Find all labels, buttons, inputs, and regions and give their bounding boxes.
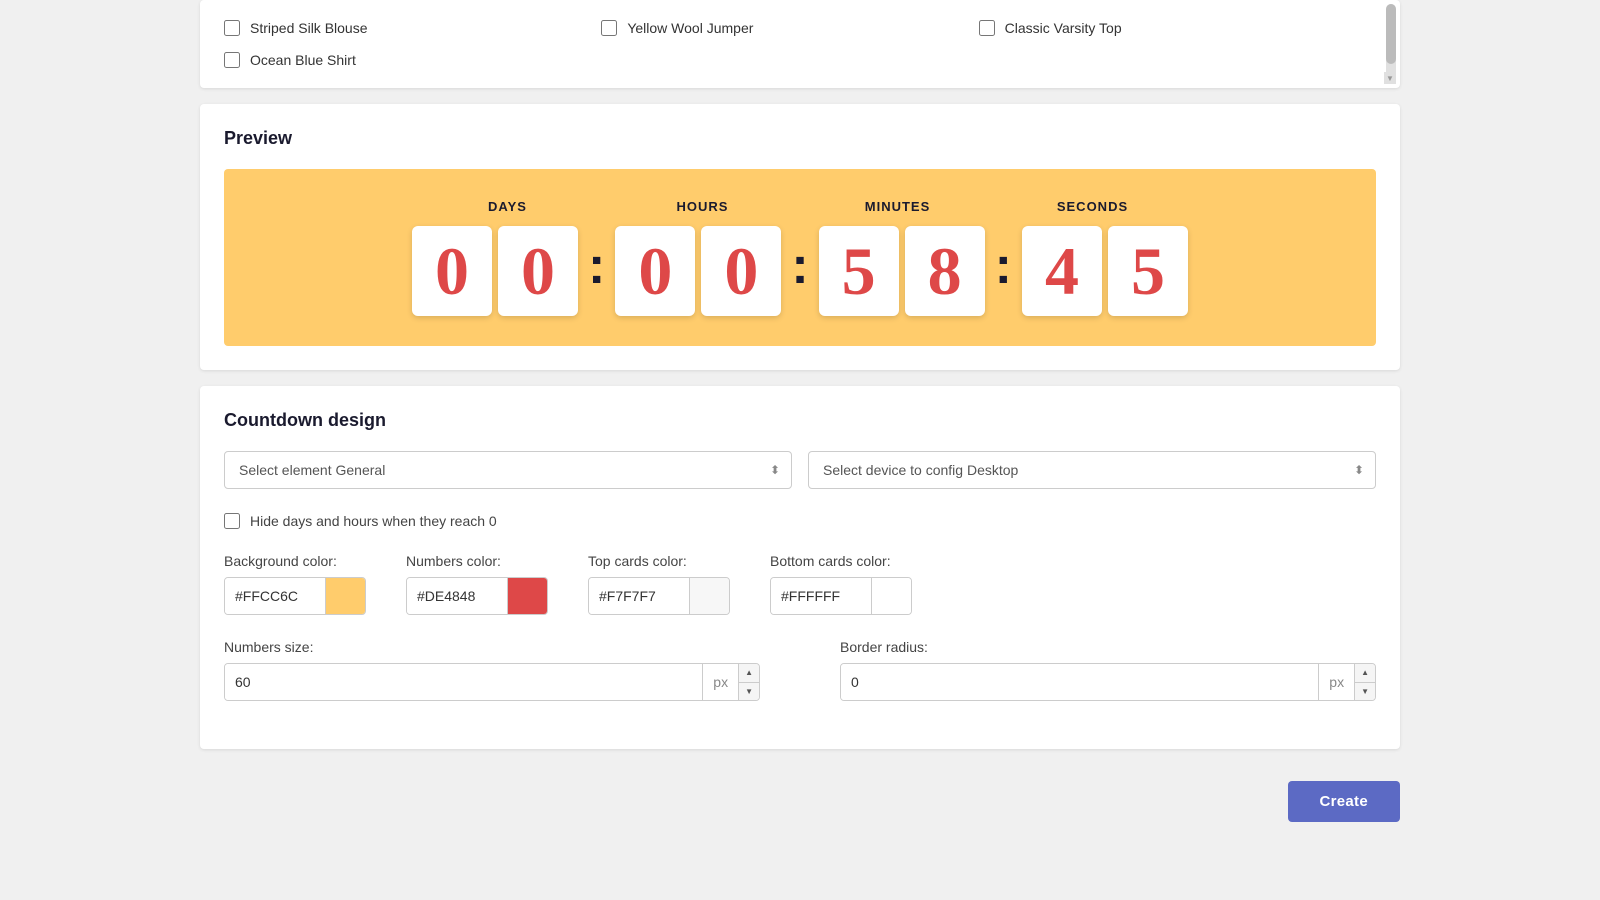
days-group: 0 0	[412, 226, 578, 316]
days-digit-1: 0	[412, 226, 492, 316]
preview-card: Preview DAYS HOURS MINUTES SECONDS 0 0	[200, 104, 1400, 370]
border-radius-input[interactable]	[841, 663, 1318, 701]
numbers-color-label: Numbers color:	[406, 553, 548, 569]
minutes-digit-1: 5	[819, 226, 899, 316]
product-label-yellow-wool-jumper[interactable]: Yellow Wool Jumper	[627, 20, 753, 36]
scrollbar-arrow-down[interactable]: ▼	[1384, 72, 1396, 84]
background-color-input-row	[224, 577, 366, 615]
design-title: Countdown design	[224, 410, 1376, 431]
seconds-value-1: 4	[1045, 237, 1079, 305]
element-select[interactable]: Select element GeneralDaysHoursMinutesSe…	[224, 451, 792, 489]
hours-digit-1: 0	[615, 226, 695, 316]
minutes-value-1: 5	[842, 237, 876, 305]
numbers-size-input-row: px ▲ ▼	[224, 663, 760, 701]
hide-checkbox-row: Hide days and hours when they reach 0	[224, 513, 1376, 529]
days-value-1: 0	[435, 237, 469, 305]
product-label-striped-silk-blouse[interactable]: Striped Silk Blouse	[250, 20, 368, 36]
product-list-wrapper: Striped Silk Blouse Yellow Wool Jumper C…	[224, 16, 1376, 72]
days-digit-2: 0	[498, 226, 578, 316]
numbers-color-group: Numbers color:	[406, 553, 548, 615]
device-select-wrapper: Select device to config DesktopMobileTab…	[808, 451, 1376, 489]
numbers-size-decrement[interactable]: ▼	[739, 683, 759, 702]
design-controls: Select element GeneralDaysHoursMinutesSe…	[224, 451, 1376, 489]
border-radius-unit: px	[1318, 663, 1354, 701]
device-select[interactable]: Select device to config DesktopMobileTab…	[808, 451, 1376, 489]
product-list-card: Striped Silk Blouse Yellow Wool Jumper C…	[200, 0, 1400, 88]
seconds-digit-1: 4	[1022, 226, 1102, 316]
numbers-color-input-row	[406, 577, 548, 615]
numbers-color-swatch[interactable]	[507, 577, 547, 615]
numbers-color-hex-input[interactable]	[407, 577, 507, 615]
product-item-classic-varsity-top: Classic Varsity Top	[979, 16, 1356, 40]
colon-2: :	[787, 236, 812, 296]
countdown-labels: DAYS HOURS MINUTES SECONDS	[410, 199, 1190, 214]
countdown-preview: DAYS HOURS MINUTES SECONDS 0 0 :	[224, 169, 1376, 346]
product-label-classic-varsity-top[interactable]: Classic Varsity Top	[1005, 20, 1122, 36]
scrollbar-thumb[interactable]	[1386, 4, 1396, 64]
hours-value-2: 0	[724, 237, 758, 305]
border-radius-stepper: ▲ ▼	[1354, 663, 1375, 701]
label-seconds: SECONDS	[1003, 199, 1183, 214]
label-hours: HOURS	[613, 199, 793, 214]
background-color-swatch[interactable]	[325, 577, 365, 615]
colon-1: :	[584, 236, 609, 296]
numbers-size-group: Numbers size: px ▲ ▼	[224, 639, 760, 701]
border-radius-decrement[interactable]: ▼	[1355, 683, 1375, 702]
top-cards-color-swatch[interactable]	[689, 577, 729, 615]
create-button[interactable]: Create	[1288, 781, 1401, 822]
numbers-size-stepper: ▲ ▼	[738, 663, 759, 701]
minutes-group: 5 8	[819, 226, 985, 316]
numbers-size-label: Numbers size:	[224, 639, 760, 655]
bottom-cards-color-group: Bottom cards color:	[770, 553, 912, 615]
colon-3: :	[991, 236, 1016, 296]
seconds-value-2: 5	[1131, 237, 1165, 305]
numbers-size-unit: px	[702, 663, 738, 701]
product-item-ocean-blue-shirt: Ocean Blue Shirt	[224, 48, 601, 72]
background-color-hex-input[interactable]	[225, 577, 325, 615]
background-color-label: Background color:	[224, 553, 366, 569]
label-days: DAYS	[418, 199, 598, 214]
color-section: Background color: Numbers color: Top car…	[224, 553, 1376, 615]
background-color-group: Background color:	[224, 553, 366, 615]
minutes-digit-2: 8	[905, 226, 985, 316]
hours-value-1: 0	[638, 237, 672, 305]
product-checkbox-classic-varsity-top[interactable]	[979, 20, 995, 36]
border-radius-label: Border radius:	[840, 639, 1376, 655]
top-cards-color-hex-input[interactable]	[589, 577, 689, 615]
top-cards-color-group: Top cards color:	[588, 553, 730, 615]
product-grid: Striped Silk Blouse Yellow Wool Jumper C…	[224, 16, 1356, 72]
element-select-wrapper: Select element GeneralDaysHoursMinutesSe…	[224, 451, 792, 489]
product-checkbox-ocean-blue-shirt[interactable]	[224, 52, 240, 68]
bottom-cards-color-swatch[interactable]	[871, 577, 911, 615]
product-checkbox-striped-silk-blouse[interactable]	[224, 20, 240, 36]
numbers-size-input[interactable]	[225, 663, 702, 701]
product-checkbox-yellow-wool-jumper[interactable]	[601, 20, 617, 36]
minutes-value-2: 8	[928, 237, 962, 305]
size-section: Numbers size: px ▲ ▼ Border radius: px	[224, 639, 1376, 701]
top-cards-color-input-row	[588, 577, 730, 615]
design-card: Countdown design Select element GeneralD…	[200, 386, 1400, 749]
border-radius-input-row: px ▲ ▼	[840, 663, 1376, 701]
seconds-digit-2: 5	[1108, 226, 1188, 316]
days-value-2: 0	[521, 237, 555, 305]
border-radius-increment[interactable]: ▲	[1355, 663, 1375, 683]
hours-group: 0 0	[615, 226, 781, 316]
bottom-cards-color-input-row	[770, 577, 912, 615]
countdown-digits: 0 0 : 0 0 :	[412, 226, 1188, 316]
footer-row: Create	[200, 765, 1400, 838]
seconds-group: 4 5	[1022, 226, 1188, 316]
product-label-ocean-blue-shirt[interactable]: Ocean Blue Shirt	[250, 52, 356, 68]
bottom-cards-color-hex-input[interactable]	[771, 577, 871, 615]
hours-digit-2: 0	[701, 226, 781, 316]
product-item-striped-silk-blouse: Striped Silk Blouse	[224, 16, 601, 40]
numbers-size-increment[interactable]: ▲	[739, 663, 759, 683]
product-item-yellow-wool-jumper: Yellow Wool Jumper	[601, 16, 978, 40]
top-cards-color-label: Top cards color:	[588, 553, 730, 569]
border-radius-group: Border radius: px ▲ ▼	[840, 639, 1376, 701]
hide-days-hours-checkbox[interactable]	[224, 513, 240, 529]
bottom-cards-color-label: Bottom cards color:	[770, 553, 912, 569]
preview-title: Preview	[224, 128, 1376, 149]
label-minutes: MINUTES	[808, 199, 988, 214]
hide-days-hours-label[interactable]: Hide days and hours when they reach 0	[250, 513, 497, 529]
